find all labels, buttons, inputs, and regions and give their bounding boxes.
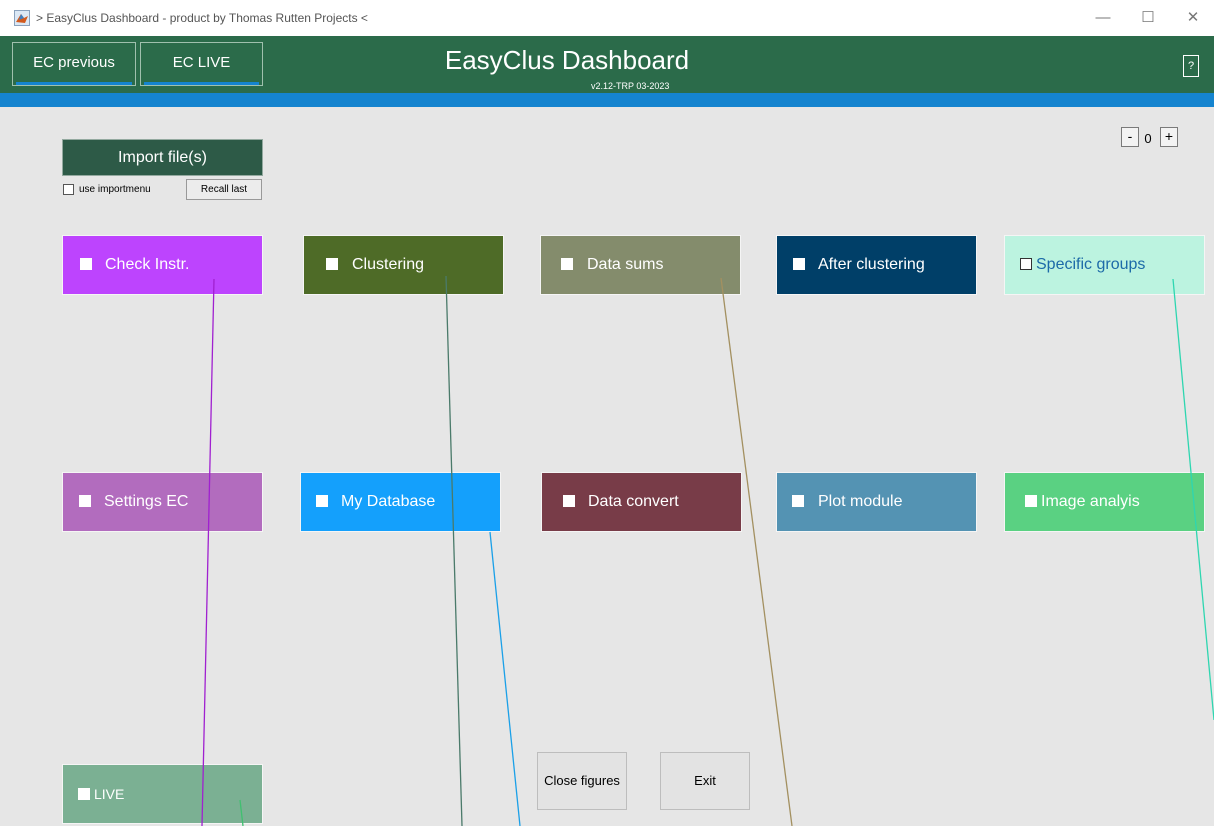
live-connector (239, 799, 244, 826)
clustering-connector (445, 275, 463, 826)
specific-groups-connector (1172, 278, 1214, 721)
data-sums-connector (720, 277, 793, 826)
check-instr-connector (201, 278, 215, 826)
connector-lines (201, 275, 1214, 826)
my-database-connector (489, 531, 521, 826)
